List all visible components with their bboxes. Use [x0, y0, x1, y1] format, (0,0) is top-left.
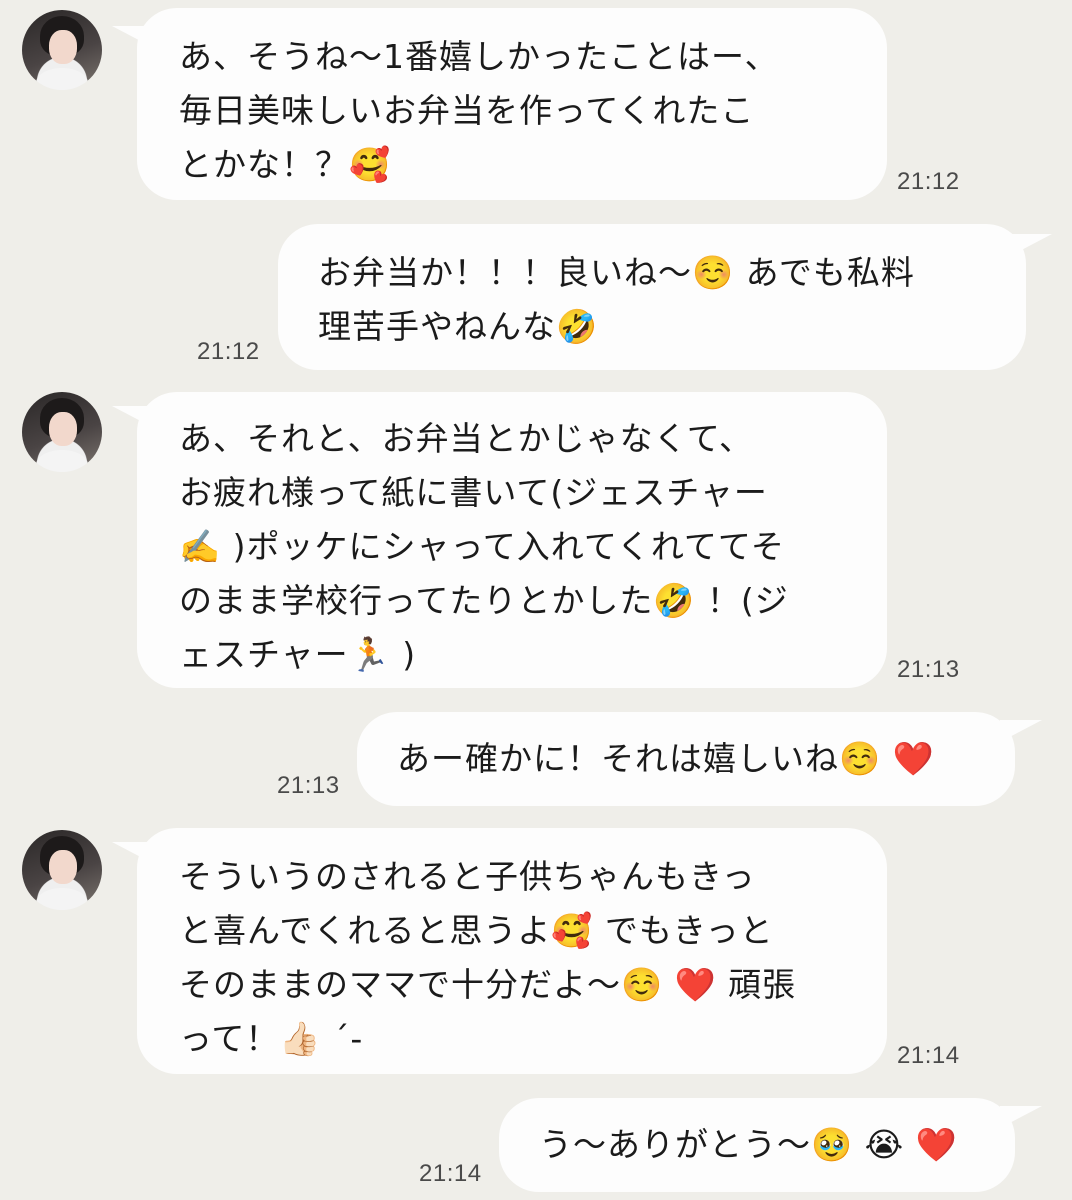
message-timestamp: 21:12 [197, 338, 260, 365]
message-timestamp: 21:12 [897, 168, 960, 195]
message-text-line: お疲れ様って紙に書いて(ジェスチャー [179, 473, 768, 512]
bubble-tail [1000, 1106, 1042, 1128]
message-text-line: ェスチャー🏃 ) [179, 635, 417, 674]
message-bubble-sent[interactable]: う〜ありがとう〜🥹 😭 ❤️ [499, 1098, 1015, 1192]
message-text-line: って！👍🏻 ´- [179, 1019, 364, 1058]
chat-thread: あ、そうね〜1番嬉しかったことはー、 毎日美味しいお弁当を作ってくれたこ とかな… [0, 0, 1072, 1200]
message-bubble-sent[interactable]: お弁当か！！！良いね〜☺️ あでも私料 理苦手やねんな🤣 [278, 224, 1026, 370]
message-text-line: 毎日美味しいお弁当を作ってくれたこ [179, 91, 755, 130]
message-text-line: 理苦手やねんな🤣 [318, 307, 599, 346]
bubble-tail [1010, 234, 1052, 256]
message-timestamp: 21:13 [277, 772, 340, 799]
contact-avatar[interactable] [22, 10, 102, 90]
message-timestamp: 21:13 [897, 656, 960, 683]
message-text-line: とかな！？🥰 [179, 145, 392, 184]
message-text-line: そのままのママで十分だよ〜☺️ ❤️ 頑張 [179, 965, 797, 1004]
message-bubble-received[interactable]: あ、それと、お弁当とかじゃなくて、 お疲れ様って紙に書いて(ジェスチャー ✍️ … [137, 392, 887, 688]
message-bubble-received[interactable]: そういうのされると子供ちゃんもきっ と喜んでくれると思うよ🥰 でもきっと そのま… [137, 828, 887, 1074]
contact-avatar[interactable] [22, 392, 102, 472]
message-text-line: そういうのされると子供ちゃんもきっ [179, 857, 756, 896]
message-text-line: う〜ありがとう〜🥹 😭 ❤️ [539, 1125, 958, 1164]
message-text-line: ✍️ )ポッケにシャって入れてくれててそ [179, 527, 785, 566]
message-text-line: のまま学校行ってたりとかした🤣 ！(ジ [179, 581, 789, 620]
bubble-tail [1000, 720, 1042, 742]
contact-avatar[interactable] [22, 830, 102, 910]
message-text-line: と喜んでくれると思うよ🥰 でもきっと [179, 911, 774, 950]
message-text-line: お弁当か！！！良いね〜☺️ あでも私料 [318, 253, 915, 292]
message-bubble-sent[interactable]: あー確かに！それは嬉しいね☺️ ❤️ [357, 712, 1015, 806]
message-text-line: あー確かに！それは嬉しいね☺️ ❤️ [397, 739, 935, 778]
message-timestamp: 21:14 [897, 1042, 960, 1069]
message-bubble-received[interactable]: あ、そうね〜1番嬉しかったことはー、 毎日美味しいお弁当を作ってくれたこ とかな… [137, 8, 887, 200]
message-text-line: あ、それと、お弁当とかじゃなくて、 [179, 419, 754, 458]
message-timestamp: 21:14 [419, 1160, 482, 1187]
message-text-line: あ、そうね〜1番嬉しかったことはー、 [179, 37, 779, 76]
